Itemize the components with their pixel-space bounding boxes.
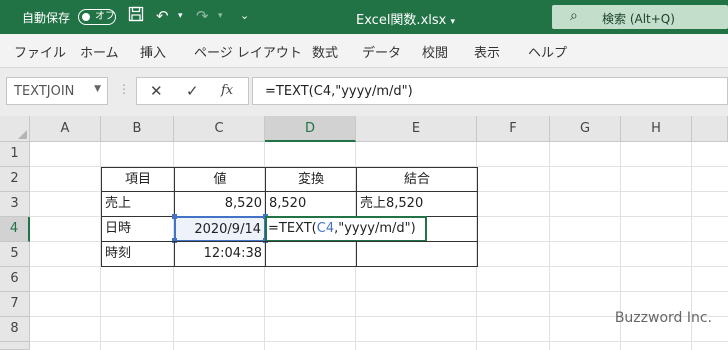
cell-b5[interactable]: 時刻	[101, 241, 175, 267]
column-header-g[interactable]: G	[550, 116, 621, 142]
formula-input[interactable]: =TEXT(C4,"yyyy/m/d")	[252, 77, 728, 105]
search-box[interactable]: ⌕ 検索 (Alt+Q)	[552, 5, 728, 29]
select-all-button[interactable]	[0, 116, 30, 142]
tab-help[interactable]: ヘルプ	[528, 42, 567, 61]
autosave-state: オフ	[95, 11, 115, 22]
cell-c3[interactable]: 8,520	[174, 191, 266, 217]
row-header-7[interactable]: 7	[0, 292, 30, 317]
more-icon[interactable]: ⋮	[118, 82, 130, 96]
redo-icon[interactable]: ↷	[196, 6, 209, 26]
search-placeholder: 検索 (Alt+Q)	[602, 12, 675, 26]
name-box[interactable]: TEXTJOIN ▼	[6, 77, 108, 105]
row-header-3[interactable]: 3	[0, 192, 30, 217]
autosave-toggle[interactable]: オフ	[78, 9, 116, 25]
toggle-knob	[82, 13, 90, 21]
column-header-h[interactable]: H	[621, 116, 692, 142]
cancel-icon[interactable]: ✕	[150, 82, 163, 100]
undo-dropdown-icon[interactable]: ▾	[178, 6, 183, 26]
column-header-a[interactable]: A	[30, 116, 101, 142]
cell-b3[interactable]: 売上	[101, 191, 175, 217]
formula-buttons: ✕ ✓ fx	[136, 77, 249, 105]
column-header-d[interactable]: D	[265, 116, 356, 142]
worksheet-grid: A B C D E F G H 1 2 3 4 5 6 7 8 項目 値 変換 …	[0, 116, 728, 350]
column-header-c[interactable]: C	[174, 116, 265, 142]
customize-qat-icon[interactable]: ⌄	[240, 6, 249, 26]
row-header-9[interactable]	[0, 342, 30, 350]
formula-cell-reference: C4	[316, 221, 335, 236]
undo-icon[interactable]: ↶	[156, 6, 169, 26]
cell-c2[interactable]: 値	[174, 167, 266, 192]
cell-e2[interactable]: 結合	[356, 167, 478, 192]
formula-text: =TEXT(C4,"yyyy/m/d")	[265, 84, 413, 99]
column-header-i[interactable]	[692, 116, 728, 142]
autosave-label: 自動保存	[22, 11, 71, 25]
enter-icon[interactable]: ✓	[186, 82, 199, 100]
watermark: Buzzword Inc.	[614, 310, 712, 326]
gridline	[30, 341, 728, 342]
tab-review[interactable]: 校閲	[422, 42, 448, 61]
redo-dropdown-icon[interactable]: ▾	[218, 6, 223, 26]
column-header-f[interactable]: F	[477, 116, 550, 142]
search-icon: ⌕	[570, 8, 578, 24]
cell-d3[interactable]: 8,520	[265, 191, 357, 217]
insert-function-icon[interactable]: fx	[221, 83, 233, 98]
column-header-b[interactable]: B	[101, 116, 174, 142]
title-bar: 自動保存 オフ ↶ ▾ ↷ ▾ ⌄ Excel関数.xlsx ▾ ⌕ 検索 (A…	[0, 0, 728, 34]
row-header-5[interactable]: 5	[0, 242, 30, 267]
tab-insert[interactable]: 挿入	[140, 42, 166, 61]
cell-d5[interactable]	[265, 241, 357, 267]
formula-bar: TEXTJOIN ▼ ⋮ ✕ ✓ fx =TEXT(C4,"yyyy/m/d")	[0, 68, 728, 116]
cell-c5[interactable]: 12:04:38	[174, 241, 266, 267]
cell-e3[interactable]: 売上8,520	[356, 191, 478, 217]
tab-formulas[interactable]: 数式	[312, 42, 338, 61]
row-header-1[interactable]: 1	[0, 142, 30, 167]
cell-d4-editor[interactable]: =TEXT(C4,"yyyy/m/d")	[265, 216, 427, 242]
row-header-8[interactable]: 8	[0, 317, 30, 342]
row-header-2[interactable]: 2	[0, 167, 30, 192]
tab-view[interactable]: 表示	[474, 42, 500, 61]
tab-home[interactable]: ホーム	[80, 42, 119, 61]
cell-b4[interactable]: 日時	[101, 216, 175, 242]
cell-d2[interactable]: 変換	[265, 167, 357, 192]
ribbon-tabs: ファイル ホーム 挿入 ページ レイアウト 数式 データ 校閲 表示 ヘルプ	[0, 34, 728, 68]
column-header-e[interactable]: E	[356, 116, 477, 142]
formula-prefix: =TEXT(	[268, 221, 317, 236]
tab-data[interactable]: データ	[362, 42, 401, 61]
tab-page-layout[interactable]: ページ レイアウト	[194, 42, 302, 61]
chevron-down-icon[interactable]: ▼	[94, 84, 101, 94]
reference-handle[interactable]	[172, 214, 177, 219]
chevron-down-icon: ▾	[450, 17, 456, 27]
cell-b2[interactable]: 項目	[101, 167, 175, 192]
row-header-6[interactable]: 6	[0, 267, 30, 292]
workbook-filename: Excel関数.xlsx	[356, 13, 447, 28]
workbook-title[interactable]: Excel関数.xlsx ▾	[356, 9, 455, 28]
gridline	[30, 291, 728, 292]
save-icon[interactable]	[128, 6, 144, 27]
cell-c4-reference[interactable]: 2020/9/14	[174, 216, 266, 242]
row-header-4[interactable]: 4	[0, 217, 30, 242]
formula-suffix: ,"yyyy/m/d")	[334, 221, 416, 236]
gridline	[549, 142, 550, 350]
name-box-value: TEXTJOIN	[14, 84, 75, 99]
select-all-triangle-icon	[18, 130, 27, 139]
cell-e5[interactable]	[356, 241, 478, 267]
tab-file[interactable]: ファイル	[14, 42, 66, 61]
